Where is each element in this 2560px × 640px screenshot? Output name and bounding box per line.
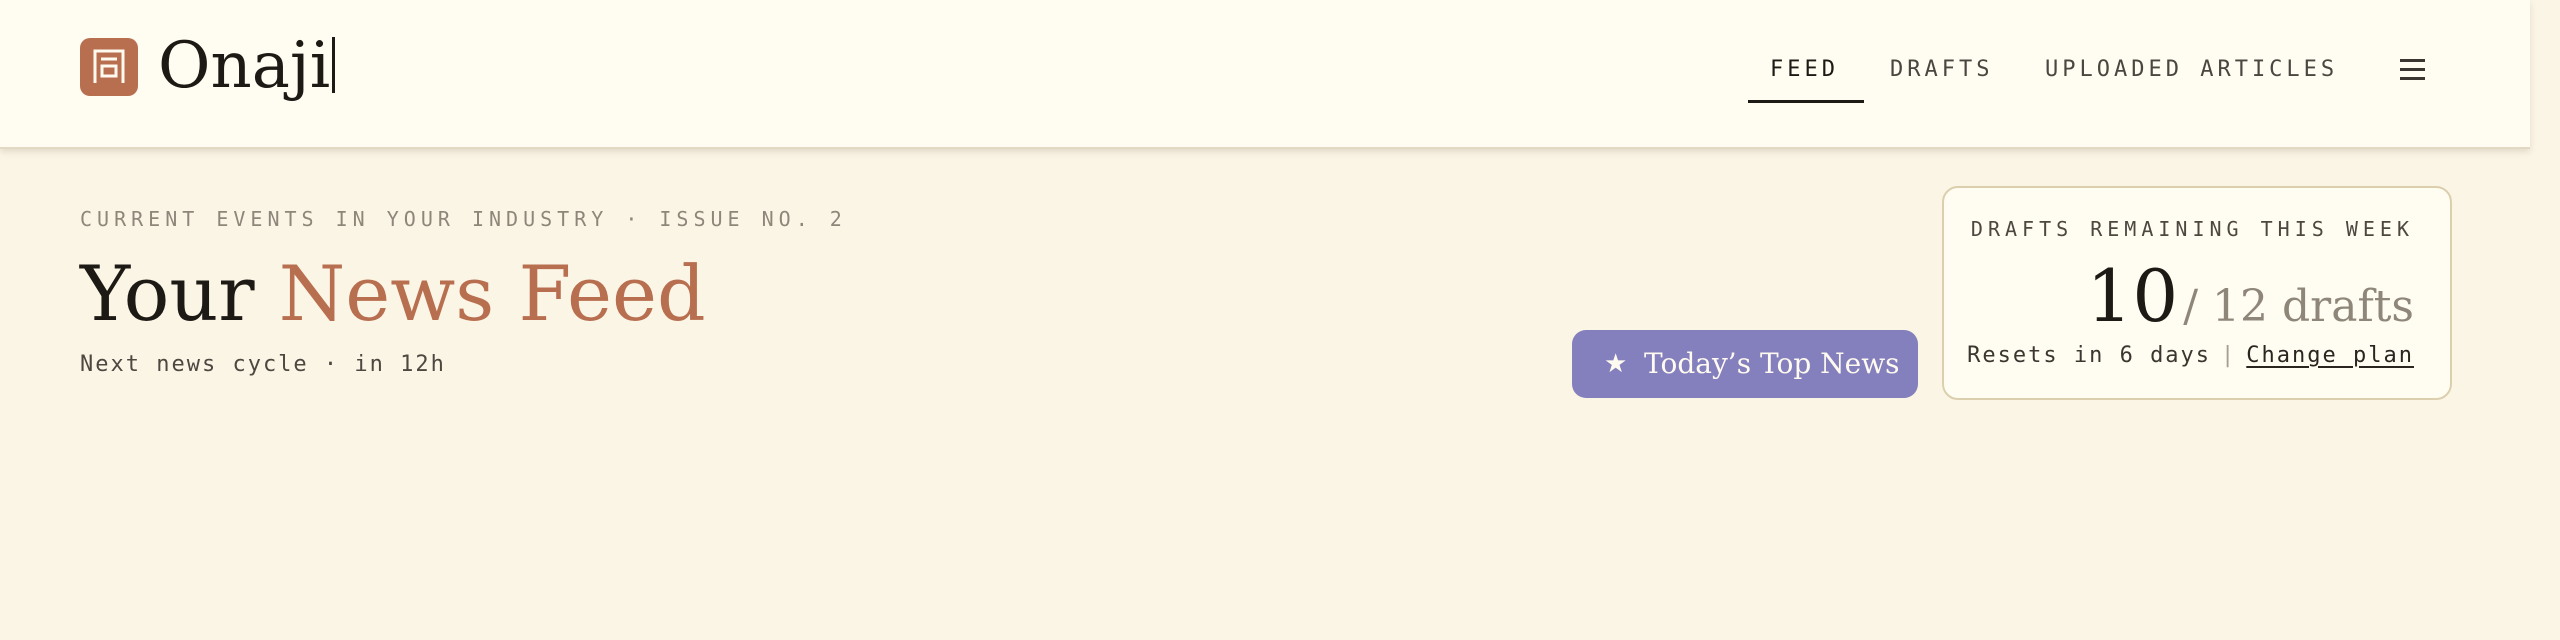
change-plan-link[interactable]: Change plan [2246,343,2414,368]
drafts-remaining-number: 10 [2086,254,2179,338]
active-tab-indicator [1748,100,1864,103]
next-cycle-text: Next news cycle · in 12h [80,352,446,377]
page-title-plain: Your [80,249,279,338]
tab-drafts[interactable]: DRAFTS [1890,56,1993,84]
hamburger-menu-icon[interactable] [2398,56,2428,84]
text-caret [332,37,336,93]
reset-text: Resets in 6 days [1967,343,2212,368]
star-icon: ★ [1604,349,1628,379]
todays-top-news-label: Today’s Top News [1644,347,1900,380]
drafts-total-text: / 12 drafts [2183,281,2414,332]
page-title: Your News Feed [80,246,706,342]
page-title-accent: News Feed [278,249,706,338]
separator: | [2221,343,2237,368]
tab-uploaded-articles[interactable]: UPLOADED ARTICLES [2045,56,2338,84]
drafts-quota-card: DRAFTS REMAINING THIS WEEK 10 / 12 draft… [1942,186,2452,400]
tab-feed[interactable]: FEED [1770,56,1839,84]
quota-title: DRAFTS REMAINING THIS WEEK [1970,217,2414,241]
brand-name: Onaji [158,29,331,103]
brand-wordmark[interactable]: Onaji [158,26,336,106]
issue-kicker: CURRENT EVENTS IN YOUR INDUSTRY · ISSUE … [80,207,847,231]
top-navigation-bar: Onaji FEED DRAFTS UPLOADED ARTICLES [0,0,2530,149]
quota-reset-row: Resets in 6 days | Change plan [1967,342,2414,370]
todays-top-news-button[interactable]: ★ Today’s Top News [1572,330,1918,398]
kanji-onaji-logo-icon [80,38,138,96]
